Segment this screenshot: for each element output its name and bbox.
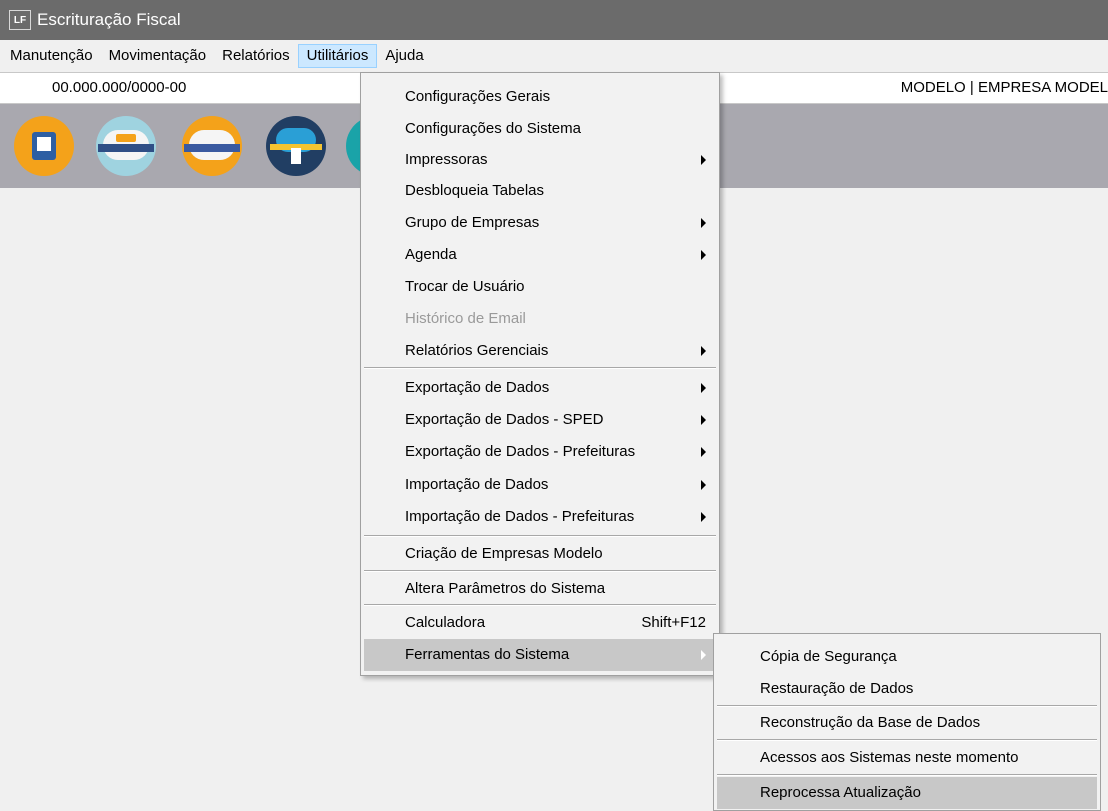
icms-ipi-icon[interactable]	[182, 116, 242, 176]
menu-item-acessos-sistemas[interactable]: Acessos aos Sistemas neste momento	[717, 742, 1097, 774]
window-title: Escrituração Fiscal	[37, 10, 181, 29]
shortcut-label: Shift+F12	[641, 614, 706, 631]
menu-item-impressoras[interactable]: Impressoras	[364, 144, 716, 176]
menu-item-configuracoes-sistema[interactable]: Configurações do Sistema	[364, 113, 716, 145]
menu-item-ferramentas-sistema[interactable]: Ferramentas do Sistema	[364, 639, 716, 671]
app-icon: LF	[9, 10, 31, 30]
menu-separator	[364, 535, 716, 537]
menu-manutencao[interactable]: Manutenção	[10, 44, 101, 68]
submenu-arrow-icon	[701, 155, 706, 165]
submenu-arrow-icon	[701, 650, 706, 660]
menu-separator	[717, 739, 1097, 741]
menu-item-calculadora[interactable]: Calculadora Shift+F12	[364, 607, 716, 639]
submenu-arrow-icon	[701, 218, 706, 228]
title-bar: LF Escrituração Fiscal	[0, 0, 1108, 40]
menu-item-exportacao-sped[interactable]: Exportação de Dados - SPED	[364, 404, 716, 436]
submenu-arrow-icon	[701, 447, 706, 457]
utilitarios-dropdown: Configurações Gerais Configurações do Si…	[360, 72, 720, 676]
menu-item-exportacao-dados[interactable]: Exportação de Dados	[364, 372, 716, 404]
menu-item-reconstrucao-base[interactable]: Reconstrução da Base de Dados	[717, 707, 1097, 739]
menu-item-importacao-prefeituras[interactable]: Importação de Dados - Prefeituras	[364, 501, 716, 533]
menu-movimentacao[interactable]: Movimentação	[101, 44, 215, 68]
menu-item-altera-parametros[interactable]: Altera Parâmetros do Sistema	[364, 573, 716, 605]
submenu-arrow-icon	[701, 346, 706, 356]
menu-ajuda[interactable]: Ajuda	[377, 44, 431, 68]
menu-item-desbloqueia-tabelas[interactable]: Desbloqueia Tabelas	[364, 175, 716, 207]
menu-item-criacao-empresas-modelo[interactable]: Criação de Empresas Modelo	[364, 538, 716, 570]
submenu-arrow-icon	[701, 250, 706, 260]
menu-item-trocar-usuario[interactable]: Trocar de Usuário	[364, 271, 716, 303]
menu-separator	[364, 604, 716, 606]
submenu-arrow-icon	[701, 383, 706, 393]
sped-contribuicoes-icon[interactable]	[96, 116, 156, 176]
menu-item-restauracao-dados[interactable]: Restauração de Dados	[717, 673, 1097, 705]
menu-item-configuracoes-gerais[interactable]: Configurações Gerais	[364, 81, 716, 113]
menu-relatorios[interactable]: Relatórios	[214, 44, 298, 68]
building-icon[interactable]	[14, 116, 74, 176]
ferramentas-submenu: Cópia de Segurança Restauração de Dados …	[713, 633, 1101, 811]
menu-item-relatorios-gerenciais[interactable]: Relatórios Gerenciais	[364, 335, 716, 367]
submenu-arrow-icon	[701, 512, 706, 522]
cnpj-text: 00.000.000/0000-00	[52, 79, 187, 96]
menu-bar: Manutenção Movimentação Relatórios Utili…	[0, 40, 1108, 72]
menu-item-historico-email: Histórico de Email	[405, 310, 526, 327]
menu-separator	[717, 774, 1097, 776]
menu-item-grupo-empresas[interactable]: Grupo de Empresas	[364, 207, 716, 239]
menu-separator	[364, 367, 716, 369]
menu-item-importacao-dados[interactable]: Importação de Dados	[364, 469, 716, 501]
menu-utilitarios[interactable]: Utilitários	[297, 44, 378, 68]
company-name: MODELO | EMPRESA MODEL	[900, 79, 1108, 96]
menu-item-agenda[interactable]: Agenda	[364, 239, 716, 271]
menu-item-copia-seguranca[interactable]: Cópia de Segurança	[717, 641, 1097, 673]
menu-separator	[364, 570, 716, 572]
menu-item-reprocessa-atualizacao[interactable]: Reprocessa Atualização	[717, 777, 1097, 809]
menu-item-exportacao-prefeituras[interactable]: Exportação de Dados - Prefeituras	[364, 436, 716, 468]
submenu-arrow-icon	[701, 415, 706, 425]
submenu-arrow-icon	[701, 480, 706, 490]
xml-download-icon[interactable]	[266, 116, 326, 176]
